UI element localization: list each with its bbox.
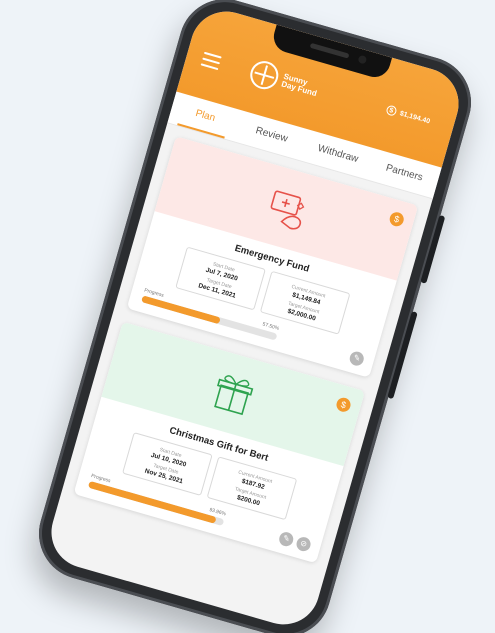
fund-list: $ Emergency Fund Start Date Jul 7, 2020 … <box>55 123 432 589</box>
edit-button[interactable]: ✎ <box>348 349 366 368</box>
front-camera <box>357 54 368 65</box>
fund-actions: ✎ <box>348 349 366 368</box>
edit-button[interactable]: ✎ <box>277 530 295 548</box>
stage: Sunny Day Fund $ $1,194.40 Plan Review W… <box>0 0 495 633</box>
phone-screen: Sunny Day Fund $ $1,194.40 Plan Review W… <box>42 3 468 633</box>
gift-icon <box>214 375 254 416</box>
speaker <box>309 42 350 59</box>
sun-logo-icon <box>246 57 282 93</box>
info-badge-icon[interactable]: $ <box>334 396 353 414</box>
balance-amount: $1,194.40 <box>398 109 431 125</box>
logo-text: Sunny Day Fund <box>280 71 318 99</box>
hamburger-menu-icon[interactable] <box>199 51 222 74</box>
phone-mockup: Sunny Day Fund $ $1,194.40 Plan Review W… <box>28 0 482 633</box>
info-badge-icon[interactable]: $ <box>388 210 406 228</box>
delete-button[interactable]: ⊘ <box>294 535 313 553</box>
first-aid-hand-icon <box>270 190 305 230</box>
app-logo: Sunny Day Fund <box>246 57 323 104</box>
coin-icon: $ <box>385 104 398 117</box>
balance-display: $ $1,194.40 <box>385 104 431 126</box>
fund-actions: ✎ ⊘ <box>277 530 313 553</box>
